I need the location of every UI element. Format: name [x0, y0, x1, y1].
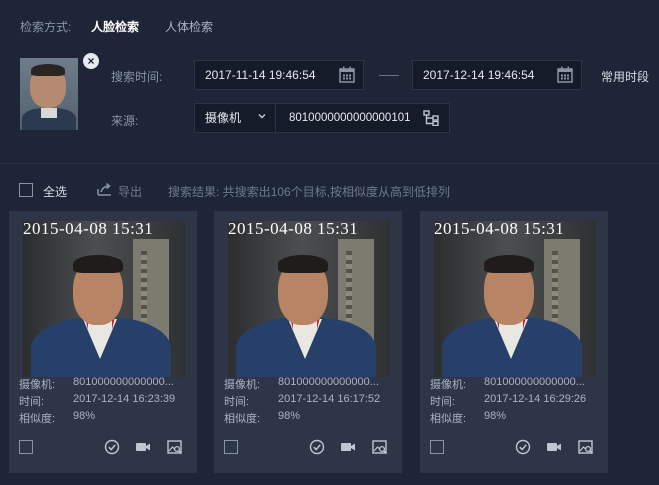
time-label: 时间:	[224, 396, 250, 408]
video-camera-icon[interactable]	[546, 439, 562, 455]
camera-id: 801000000000000...	[484, 376, 585, 388]
card-select-checkbox[interactable]	[224, 440, 238, 454]
search-mode-label: 检索方式:	[20, 20, 72, 34]
close-icon: ×	[87, 54, 95, 68]
calendar-icon[interactable]	[339, 66, 355, 83]
capture-time: 2017-12-14 16:17:52	[278, 393, 381, 405]
card-select-checkbox[interactable]	[19, 440, 33, 454]
tab-body-search[interactable]: 人体检索	[165, 18, 213, 35]
time-label: 时间:	[430, 396, 456, 408]
similarity-label: 相似度:	[19, 413, 56, 425]
select-all-checkbox[interactable]	[19, 183, 33, 197]
camera-label: 摄像机:	[224, 379, 261, 391]
select-all-label[interactable]: 全选	[43, 183, 67, 200]
common-period-button[interactable]: 常用时段	[601, 68, 649, 85]
capture-time: 2017-12-14 16:23:39	[73, 393, 176, 405]
check-circle-icon[interactable]	[104, 439, 120, 455]
camera-label: 摄像机:	[19, 379, 56, 391]
chevron-down-icon[interactable]	[258, 112, 266, 120]
result-summary: 搜索结果: 共搜索出106个目标,按相似度从高到低排列	[168, 185, 451, 199]
result-snapshot-image[interactable]: 2015-04-08 15:31	[23, 221, 185, 377]
video-camera-icon[interactable]	[135, 439, 151, 455]
snapshot-timestamp: 2015-04-08 15:31	[228, 221, 359, 238]
check-circle-icon[interactable]	[309, 439, 325, 455]
result-card[interactable]: 2015-04-08 15:31 摄像机: 801000000000000... …	[420, 211, 608, 473]
image-search-icon[interactable]	[372, 439, 388, 455]
result-snapshot-image[interactable]: 2015-04-08 15:31	[228, 221, 390, 377]
similarity-value: 98%	[278, 410, 301, 422]
similarity-value: 98%	[484, 410, 507, 422]
similarity-label: 相似度:	[430, 413, 467, 425]
result-snapshot-image[interactable]: 2015-04-08 15:31	[434, 221, 596, 377]
tab-face-search[interactable]: 人脸检索	[91, 18, 139, 35]
calendar-icon[interactable]	[557, 66, 573, 83]
similarity-label: 相似度:	[224, 413, 261, 425]
camera-id: 801000000000000...	[73, 376, 174, 388]
source-label: 来源:	[111, 114, 139, 128]
export-icon[interactable]	[97, 182, 113, 196]
remove-query-image-button[interactable]: ×	[83, 53, 99, 69]
device-tree-icon[interactable]	[423, 110, 439, 126]
camera-id: 801000000000000...	[278, 376, 379, 388]
similarity-value: 98%	[73, 410, 96, 422]
card-select-checkbox[interactable]	[430, 440, 444, 454]
result-card[interactable]: 2015-04-08 15:31 摄像机: 801000000000000... …	[9, 211, 197, 473]
image-search-icon[interactable]	[578, 439, 594, 455]
result-card[interactable]: 2015-04-08 15:31 摄像机: 801000000000000... …	[214, 211, 402, 473]
query-face-image	[20, 58, 78, 130]
range-separator	[379, 75, 399, 76]
search-time-label: 搜索时间:	[111, 70, 163, 84]
export-button[interactable]: 导出	[118, 183, 142, 200]
time-label: 时间:	[19, 396, 45, 408]
snapshot-timestamp: 2015-04-08 15:31	[434, 221, 565, 238]
camera-label: 摄像机:	[430, 379, 467, 391]
image-search-icon[interactable]	[167, 439, 183, 455]
capture-time: 2017-12-14 16:29:26	[484, 393, 587, 405]
video-camera-icon[interactable]	[340, 439, 356, 455]
snapshot-timestamp: 2015-04-08 15:31	[23, 221, 154, 238]
section-divider	[0, 163, 659, 164]
check-circle-icon[interactable]	[515, 439, 531, 455]
